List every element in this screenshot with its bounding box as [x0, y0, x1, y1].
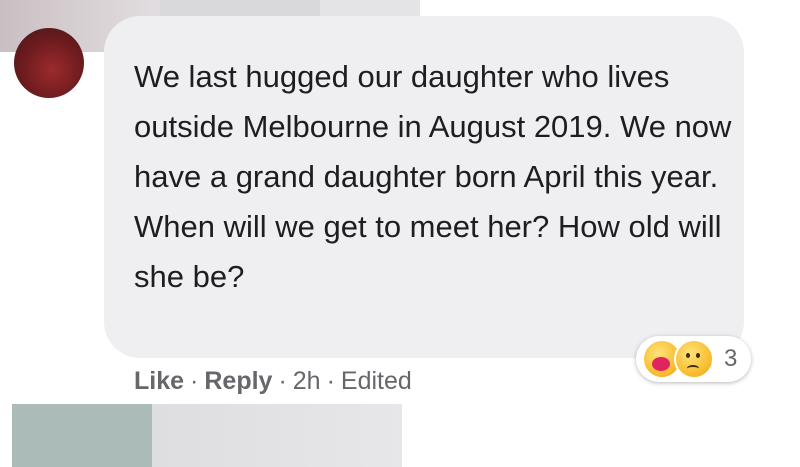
- comment-text: We last hugged our daughter who lives ou…: [134, 59, 732, 294]
- separator: ·: [326, 367, 335, 395]
- reply-button[interactable]: Reply: [204, 367, 272, 395]
- like-button[interactable]: Like: [134, 367, 184, 395]
- edited-label[interactable]: Edited: [341, 367, 412, 395]
- blurred-avatar-region: [12, 404, 152, 467]
- reactions-summary[interactable]: 3: [636, 336, 752, 382]
- avatar[interactable]: [14, 28, 84, 98]
- separator: ·: [190, 367, 199, 395]
- separator: ·: [278, 367, 287, 395]
- comment-actions: Like · Reply · 2h · Edited: [134, 366, 412, 396]
- blurred-name-region: [152, 404, 402, 467]
- sad-icon: [674, 339, 714, 379]
- timestamp[interactable]: 2h: [293, 367, 321, 395]
- reaction-count: 3: [724, 345, 738, 372]
